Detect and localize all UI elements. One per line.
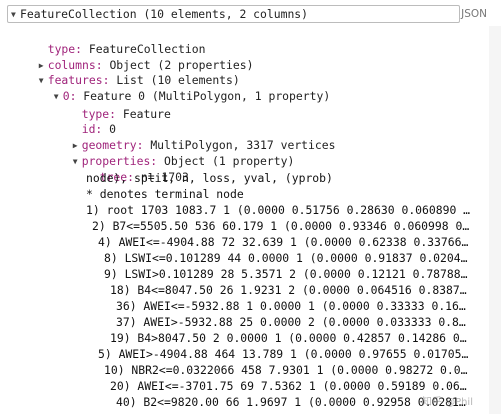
expand-down-icon[interactable]: ▼ [11, 10, 20, 19]
feature-0-row[interactable]: ▼ 0: Feature 0 (MultiPolygon, 1 property) [40, 74, 330, 103]
tree-line: 18) B4<=8047.50 26 1.9231 2 (0.0000 0.06… [110, 283, 467, 297]
tree-line: 19) B4>8047.50 2 0.0000 1 (0.0000 0.4285… [110, 331, 467, 345]
properties-row[interactable]: ▼ properties: Object (1 property) [59, 139, 295, 168]
tree-line: 2) B7<=5505.50 536 60.179 1 (0.0000 0.93… [92, 219, 470, 233]
header-bar: ▼ FeatureCollection (10 elements, 2 colu… [0, 0, 501, 26]
tree-line: 40) B2<=9820.00 66 1.9697 1 (0.0000 0.92… [116, 395, 466, 409]
geometry-row[interactable]: ▶ geometry: MultiPolygon, 3317 vertices [59, 123, 336, 152]
collection-header[interactable]: ▼ FeatureCollection (10 elements, 2 colu… [7, 5, 460, 23]
json-button[interactable]: JSON [461, 8, 487, 20]
type-row: type: FeatureCollection [47, 42, 206, 56]
tree-line: 9) LSWI>0.101289 28 5.3571 2 (0.0000 0.1… [104, 267, 468, 281]
tree-line: 20) AWEI<=-3701.75 69 7.5362 1 (0.0000 0… [110, 379, 467, 393]
tree-line: 37) AWEI>-5932.88 25 0.0000 2 (0.0000 0.… [116, 315, 466, 329]
tree-line: 8) LSWI<=0.101289 44 0.0000 1 (0.0000 0.… [104, 251, 468, 265]
feature-type-row: type: Feature [81, 107, 171, 121]
expand-down-icon[interactable]: ▼ [54, 89, 63, 104]
tree-line: 5) AWEI>-4904.88 464 13.789 1 (0.0000 0.… [98, 347, 469, 361]
expand-down-icon[interactable]: ▼ [73, 154, 82, 169]
scrollbar[interactable] [489, 26, 501, 414]
features-row[interactable]: ▼ features: List (10 elements) [25, 58, 240, 87]
tree-line: node), split, n, loss, yval, (yprob) [86, 171, 333, 185]
watermark: 知乎 @Phil [421, 397, 473, 408]
columns-row[interactable]: ▶ columns: Object (2 properties) [25, 43, 254, 72]
tree-line: 4) AWEI<=-4904.88 72 32.639 1 (0.0000 0.… [98, 235, 469, 249]
tree-row: tree: n= 1703 [99, 170, 189, 184]
feature-id-row: id: 0 [81, 122, 117, 136]
tree-line: 1) root 1703 1083.7 1 (0.0000 0.51756 0.… [86, 203, 471, 217]
collection-title: FeatureCollection (10 elements, 2 column… [20, 7, 309, 21]
tree-line: * denotes terminal node [86, 187, 244, 201]
tree-line: 36) AWEI<=-5932.88 1 0.0000 1 (0.0000 0.… [116, 299, 466, 313]
tree-line: 10) NBR2<=0.0322066 458 7.9301 1 (0.0000… [104, 363, 468, 377]
